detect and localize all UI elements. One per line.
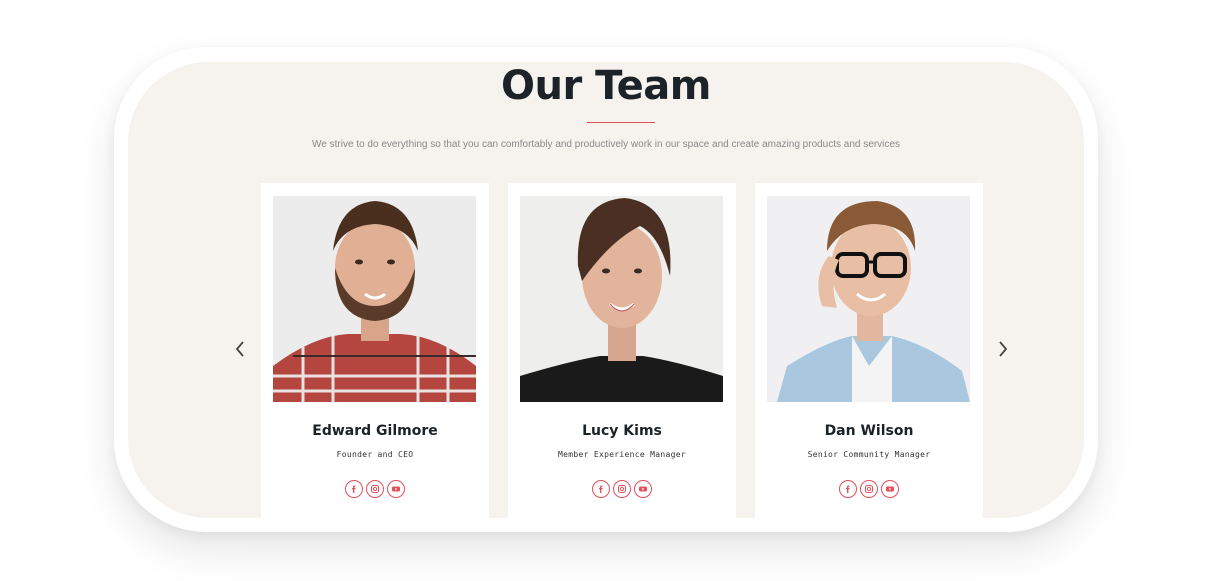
instagram-icon <box>865 485 873 493</box>
member-name: Edward Gilmore <box>312 423 438 439</box>
facebook-icon <box>599 485 603 493</box>
facebook-link[interactable] <box>592 480 610 498</box>
facebook-link[interactable] <box>839 480 857 498</box>
social-links <box>261 480 489 498</box>
facebook-icon <box>846 485 850 493</box>
section-title: Our Team <box>501 63 711 109</box>
youtube-icon <box>639 486 647 492</box>
chevron-left-icon <box>235 341 244 357</box>
member-role: Senior Community Manager <box>807 450 931 459</box>
carousel-next-button[interactable] <box>991 334 1015 364</box>
member-photo <box>520 196 723 402</box>
member-role: Member Experience Manager <box>558 450 686 459</box>
instagram-icon <box>618 485 626 493</box>
team-card: Edward Gilmore Founder and CEO <box>261 183 489 518</box>
title-divider <box>587 122 655 123</box>
member-name: Lucy Kims <box>582 423 662 439</box>
section-subtitle: We strive to do everything so that you c… <box>312 139 900 150</box>
social-links <box>755 480 983 498</box>
social-links <box>508 480 736 498</box>
team-section: Our Team We strive to do everything so t… <box>128 62 1084 518</box>
youtube-icon <box>886 486 894 492</box>
youtube-icon <box>392 486 400 492</box>
instagram-link[interactable] <box>860 480 878 498</box>
youtube-link[interactable] <box>634 480 652 498</box>
facebook-link[interactable] <box>345 480 363 498</box>
member-photo <box>273 196 476 402</box>
member-photo <box>767 196 970 402</box>
instagram-link[interactable] <box>613 480 631 498</box>
instagram-icon <box>371 485 379 493</box>
youtube-link[interactable] <box>881 480 899 498</box>
member-role: Founder and CEO <box>336 450 414 459</box>
facebook-icon <box>352 485 356 493</box>
member-name: Dan Wilson <box>824 423 914 439</box>
chevron-right-icon <box>999 341 1008 357</box>
team-card: Lucy Kims Member Experience Manager <box>508 183 736 518</box>
youtube-link[interactable] <box>387 480 405 498</box>
team-card: Dan Wilson Senior Community Manager <box>755 183 983 518</box>
carousel-prev-button[interactable] <box>228 334 252 364</box>
instagram-link[interactable] <box>366 480 384 498</box>
